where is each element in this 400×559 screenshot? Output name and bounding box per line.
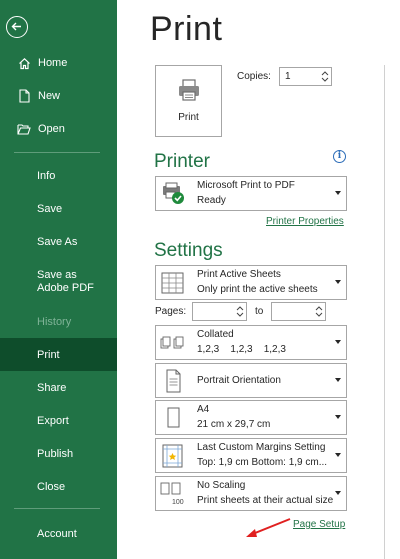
nav-label: Share	[37, 382, 67, 394]
nav-new[interactable]: New	[0, 80, 117, 112]
setting-line1: Collated	[197, 329, 234, 340]
pages-from-stepper[interactable]	[192, 302, 247, 321]
nav-open[interactable]: Open	[0, 113, 117, 145]
home-icon	[16, 55, 32, 71]
portrait-page-icon	[160, 368, 186, 394]
printer-status: Ready	[197, 195, 226, 206]
page-setup-link[interactable]: Page Setup	[293, 519, 345, 530]
nav-label: Export	[37, 415, 69, 427]
scaling-dropdown[interactable]: 100 No Scaling Print sheets at their act…	[155, 476, 347, 511]
paper-size-dropdown[interactable]: A4 21 cm x 29,7 cm	[155, 400, 347, 435]
chevron-down-icon	[335, 280, 341, 284]
printer-heading: Printer	[154, 151, 210, 172]
spinner-arrows-icon[interactable]	[321, 70, 329, 83]
nav-label: Save	[37, 203, 63, 215]
nav-label: Save As	[37, 236, 78, 248]
nav-publish[interactable]: Publish	[0, 438, 117, 470]
nav-label: Open	[38, 123, 65, 135]
print-what-dropdown[interactable]: Print Active Sheets Only print the activ…	[155, 265, 347, 300]
preview-divider	[384, 65, 385, 559]
chevron-down-icon	[335, 415, 341, 419]
info-icon[interactable]: i	[333, 150, 346, 163]
chevron-down-icon	[335, 191, 341, 195]
printer-name: Microsoft Print to PDF	[197, 180, 295, 191]
setting-line2: 21 cm x 29,7 cm	[197, 419, 271, 430]
setting-line1: A4	[197, 404, 210, 415]
margins-icon	[160, 443, 186, 469]
spinner-arrows-icon[interactable]	[236, 305, 244, 318]
annotation-arrow-icon	[246, 518, 291, 537]
printer-icon	[177, 78, 201, 107]
copies-label: Copies:	[237, 71, 271, 82]
nav-history: History	[0, 306, 117, 338]
back-arrow-icon[interactable]	[6, 16, 28, 38]
open-folder-icon	[16, 121, 32, 137]
pages-to-stepper[interactable]	[271, 302, 326, 321]
nav-home[interactable]: Home	[0, 47, 117, 79]
printer-dropdown[interactable]: Microsoft Print to PDF Ready	[155, 176, 347, 211]
chevron-down-icon	[335, 453, 341, 457]
nav-label: Close	[37, 481, 66, 493]
paper-size-icon	[160, 405, 186, 431]
nav-label: New	[38, 90, 61, 102]
printer-ready-icon	[160, 181, 186, 207]
nav-label: Home	[38, 57, 68, 69]
print-button-label: Print	[178, 112, 199, 123]
setting-line1: Last Custom Margins Setting	[197, 442, 326, 453]
nav-save-as-adobe-pdf[interactable]: Save as Adobe PDF	[0, 265, 117, 305]
settings-heading: Settings	[154, 240, 223, 261]
nav-share[interactable]: Share	[0, 372, 117, 404]
nav-close[interactable]: Close	[0, 471, 117, 503]
to-label: to	[255, 306, 264, 317]
sidebar-divider	[14, 508, 100, 509]
copies-stepper[interactable]: 1	[279, 67, 332, 86]
setting-line2: Only print the active sheets	[197, 284, 318, 295]
new-document-icon	[16, 88, 32, 104]
orientation-dropdown[interactable]: Portrait Orientation	[155, 363, 347, 398]
nav-info[interactable]: Info	[0, 160, 117, 192]
no-scaling-icon: 100	[160, 481, 186, 507]
svg-text:100: 100	[172, 499, 184, 506]
setting-line2: 1,2,3 1,2,3 1,2,3	[197, 344, 286, 355]
chevron-down-icon	[335, 378, 341, 382]
setting-line1: Print Active Sheets	[197, 269, 281, 280]
chevron-down-icon	[335, 491, 341, 495]
spinner-arrows-icon[interactable]	[315, 305, 323, 318]
pages-label: Pages:	[155, 306, 187, 317]
nav-label: Save as Adobe PDF	[37, 269, 94, 294]
nav-save-as[interactable]: Save As	[0, 226, 117, 258]
printer-properties-link[interactable]: Printer Properties	[266, 216, 344, 227]
print-button[interactable]: Print	[155, 65, 222, 137]
setting-line2: Print sheets at their actual size	[197, 495, 334, 506]
backstage-sidebar: Home New Open Info Save Save As Save as …	[0, 0, 117, 559]
margins-dropdown[interactable]: Last Custom Margins Setting Top: 1,9 cm …	[155, 438, 347, 473]
copies-value: 1	[285, 71, 291, 82]
setting-line2: Top: 1,9 cm Bottom: 1,9 cm...	[197, 457, 328, 468]
sheet-grid-icon	[160, 270, 186, 296]
nav-save[interactable]: Save	[0, 193, 117, 225]
nav-export[interactable]: Export	[0, 405, 117, 437]
setting-line1: No Scaling	[197, 480, 246, 491]
sidebar-divider	[14, 152, 100, 153]
nav-label: Account	[37, 528, 77, 540]
nav-print[interactable]: Print	[0, 338, 117, 371]
nav-account[interactable]: Account	[0, 518, 117, 550]
setting-line1: Portrait Orientation	[197, 375, 281, 386]
collation-dropdown[interactable]: Collated 1,2,3 1,2,3 1,2,3	[155, 325, 347, 360]
chevron-down-icon	[335, 340, 341, 344]
nav-label: History	[37, 316, 72, 328]
nav-label: Publish	[37, 448, 74, 460]
nav-label: Info	[37, 170, 56, 182]
page-title: Print	[150, 10, 223, 48]
collated-pages-icon	[160, 330, 186, 356]
nav-label: Print	[37, 348, 60, 361]
